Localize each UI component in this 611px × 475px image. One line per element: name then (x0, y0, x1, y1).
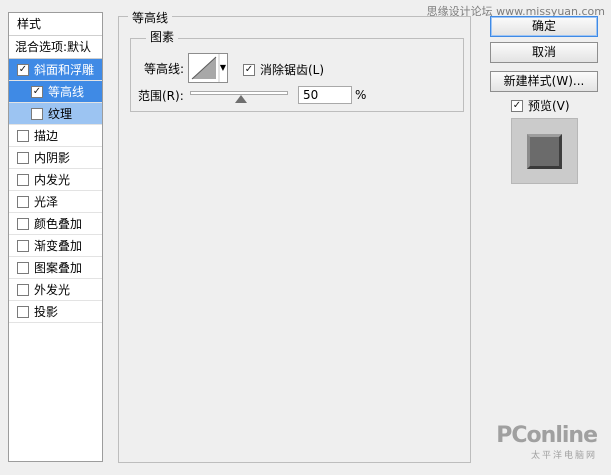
blend-options-item[interactable]: 混合选项:默认 (9, 36, 102, 59)
preview-checkbox[interactable]: ✓ 预览(V) (511, 97, 570, 114)
style-item-color-overlay[interactable]: 颜色叠加 (9, 213, 102, 235)
style-item-label: 等高线 (48, 84, 85, 99)
style-item-label: 投影 (34, 304, 59, 319)
range-slider-handle[interactable] (235, 95, 247, 103)
checkbox-inner-shadow[interactable] (17, 151, 29, 164)
style-item-gradient-overlay[interactable]: 渐变叠加 (9, 235, 102, 257)
style-item-label: 图案叠加 (34, 260, 83, 275)
checkbox-color-overlay[interactable] (17, 217, 29, 230)
antialias-checkbox[interactable]: ✓ 消除锯齿(L) (243, 61, 324, 78)
style-preview-thumbnail (511, 118, 578, 184)
checkbox-satin[interactable] (17, 195, 29, 208)
style-item-label: 外发光 (34, 282, 71, 297)
logo-main-text: PConline (496, 423, 598, 448)
style-item-satin[interactable]: 光泽 (9, 191, 102, 213)
style-item-inner-shadow[interactable]: 内阴影 (9, 147, 102, 169)
checkbox-bevel-emboss[interactable]: ✓ (17, 63, 29, 76)
new-style-button[interactable]: 新建样式(W)... (490, 71, 598, 92)
style-item-texture[interactable]: 纹理 (9, 103, 102, 125)
range-label: 范围(R): (138, 89, 184, 103)
style-item-pattern-overlay[interactable]: 图案叠加 (9, 257, 102, 279)
style-item-outer-glow[interactable]: 外发光 (9, 279, 102, 301)
style-item-inner-glow[interactable]: 内发光 (9, 169, 102, 191)
elements-section-title: 图素 (146, 28, 179, 45)
preview-check-box[interactable]: ✓ (511, 99, 523, 112)
style-item-stroke[interactable]: 描边 (9, 125, 102, 147)
style-item-label: 渐变叠加 (34, 238, 83, 253)
style-list-header: 样式 (9, 13, 102, 36)
checkbox-contour[interactable]: ✓ (31, 85, 43, 98)
checkbox-drop-shadow[interactable] (17, 305, 29, 318)
range-unit: % (355, 88, 367, 102)
antialias-check-box[interactable]: ✓ (243, 63, 255, 76)
contour-section-title: 等高线 (128, 9, 173, 26)
checkbox-stroke[interactable] (17, 129, 29, 142)
antialias-label: 消除锯齿(L) (260, 63, 325, 77)
style-item-label: 光泽 (34, 194, 59, 209)
style-item-label: 斜面和浮雕 (34, 62, 95, 77)
style-item-label: 颜色叠加 (34, 216, 83, 231)
checkbox-gradient-overlay[interactable] (17, 239, 29, 252)
pconline-logo: PConline 太平洋电脑网 (496, 423, 598, 461)
checkbox-texture[interactable] (31, 107, 43, 120)
chevron-down-icon[interactable]: ▼ (219, 55, 227, 81)
style-list-panel: 样式 混合选项:默认 ✓ 斜面和浮雕 ✓ 等高线 纹理 描边 内阴影 内发光 光… (8, 12, 103, 462)
range-input[interactable]: 50 (298, 86, 352, 104)
style-item-label: 描边 (34, 128, 59, 143)
style-item-label: 纹理 (48, 106, 73, 121)
contour-label: 等高线: (144, 62, 185, 76)
cancel-button[interactable]: 取消 (490, 42, 598, 63)
ok-button[interactable]: 确定 (490, 16, 598, 37)
style-item-contour[interactable]: ✓ 等高线 (9, 81, 102, 103)
logo-sub-text: 太平洋电脑网 (530, 451, 597, 461)
style-item-bevel-emboss[interactable]: ✓ 斜面和浮雕 (9, 59, 102, 81)
preview-label: 预览(V) (528, 99, 570, 113)
preview-swatch (527, 134, 562, 169)
checkbox-pattern-overlay[interactable] (17, 261, 29, 274)
checkbox-inner-glow[interactable] (17, 173, 29, 186)
style-item-drop-shadow[interactable]: 投影 (9, 301, 102, 323)
checkbox-outer-glow[interactable] (17, 283, 29, 296)
style-item-label: 内发光 (34, 172, 71, 187)
style-item-label: 内阴影 (34, 150, 71, 165)
